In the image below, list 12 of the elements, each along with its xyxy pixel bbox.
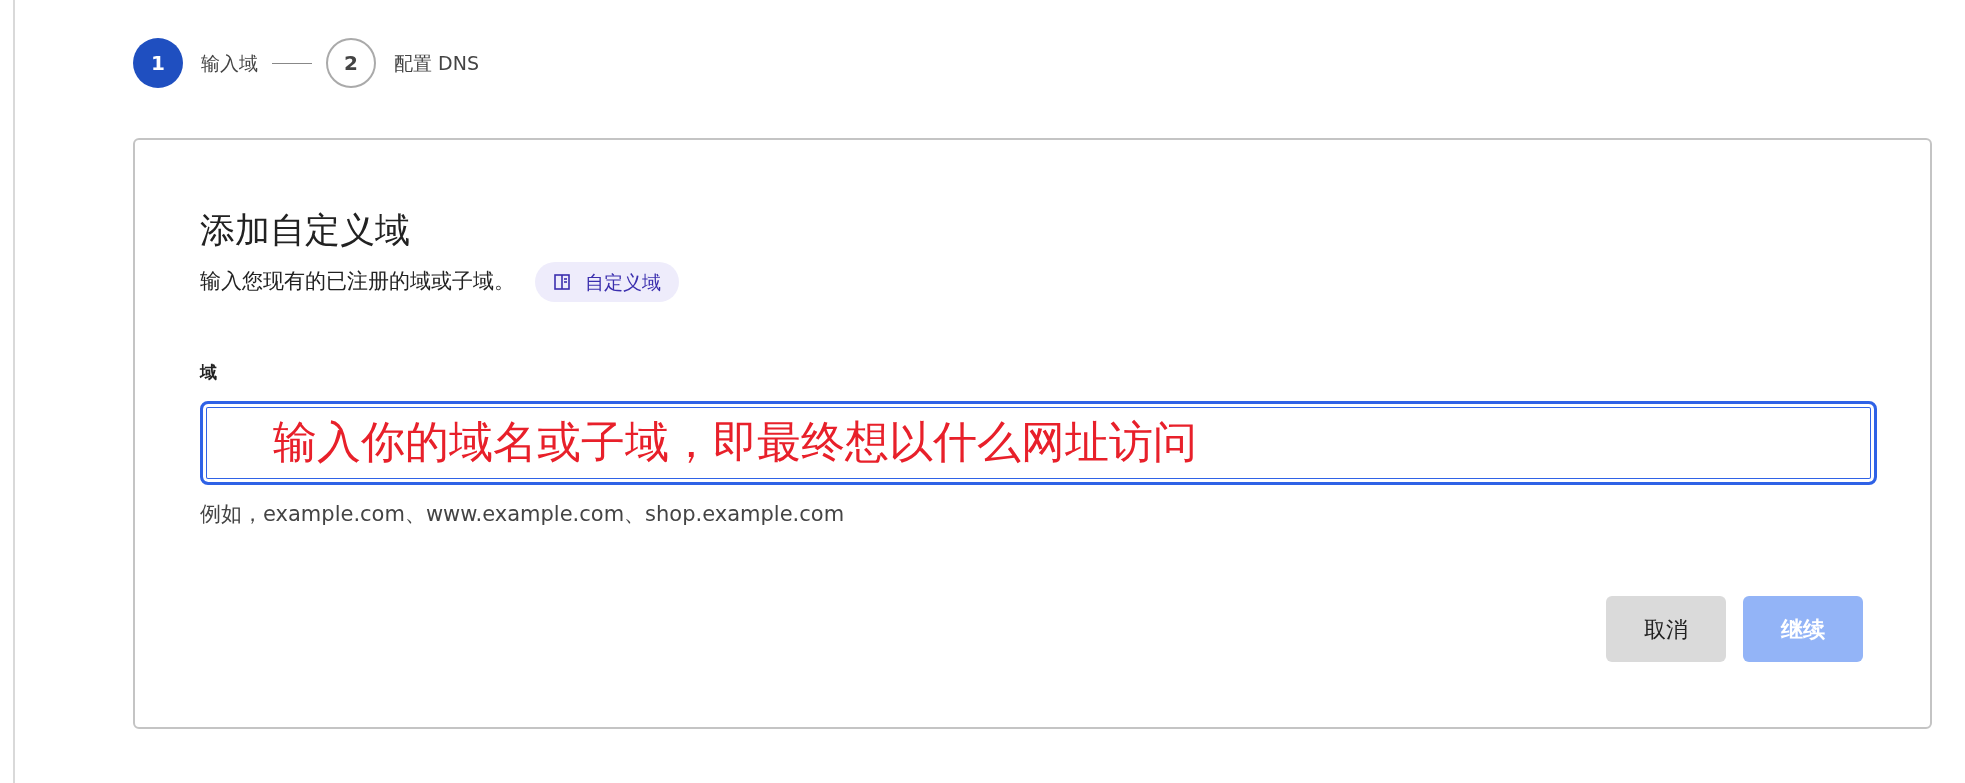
field-help-text: 例如，example.com、www.example.com、shop.example.com xyxy=(200,500,846,528)
field-label: 域 xyxy=(200,361,218,384)
card-description: 输入您现有的已注册的域或子域。 xyxy=(200,268,515,296)
card-title: 添加自定义域 xyxy=(200,209,411,252)
domain-input-field[interactable]: 输入你的域名或子域，即最终想以什么网址访问 xyxy=(200,400,1877,485)
book-icon xyxy=(553,273,571,291)
doc-link[interactable]: 自定义域 xyxy=(535,262,679,302)
step-label: 配置 DNS xyxy=(394,50,479,76)
step-indicator: 1 xyxy=(133,38,183,88)
step-indicator: 2 xyxy=(326,38,376,88)
cancel-button[interactable]: 取消 xyxy=(1606,596,1726,662)
step-label: 输入域 xyxy=(201,50,258,76)
